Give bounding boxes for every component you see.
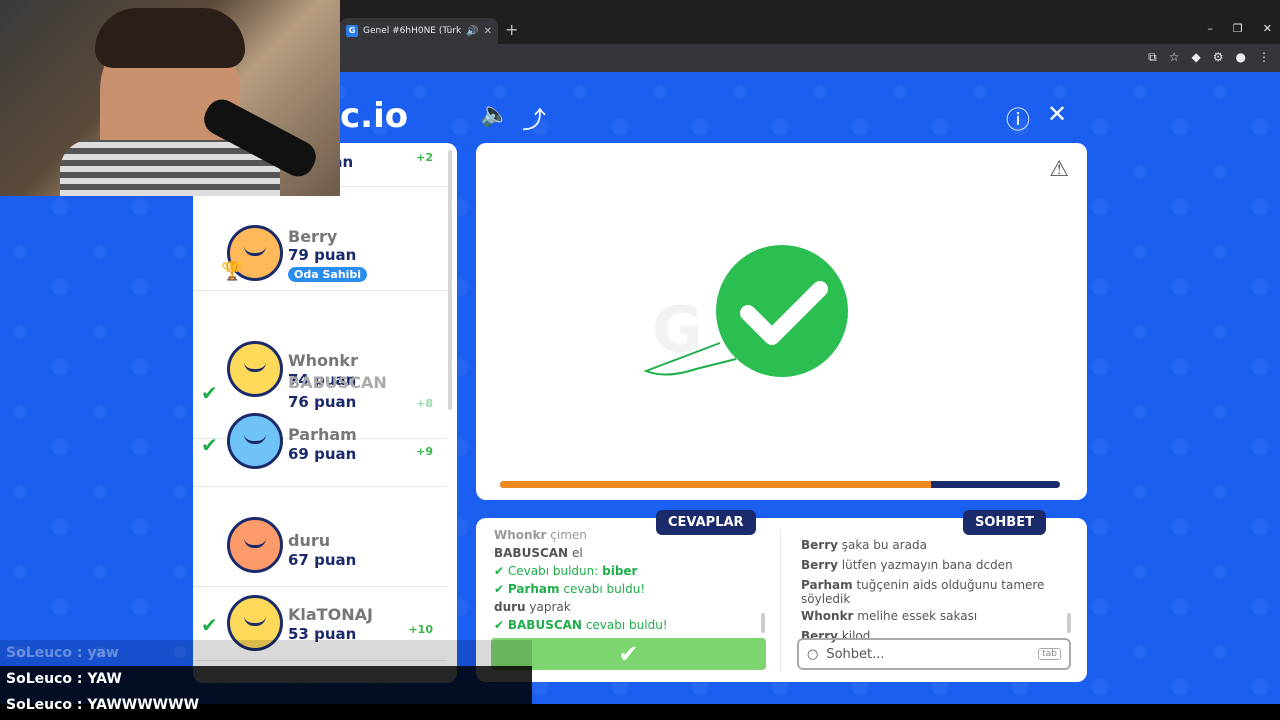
site-favicon-icon: G xyxy=(346,25,358,37)
player-delta: +2 xyxy=(416,151,433,164)
player-delta: +10 xyxy=(408,623,433,636)
player-points: 67 puan xyxy=(288,551,357,569)
extension-icon[interactable]: ◆ xyxy=(1192,50,1201,65)
new-tab-button[interactable]: + xyxy=(505,20,518,39)
tab-title: Genel #6hH0NE (Türkçe) - G xyxy=(363,26,462,36)
close-tab-icon[interactable]: ✕ xyxy=(484,26,492,37)
submit-answer-button[interactable]: ✔ xyxy=(491,638,766,670)
correct-check-icon xyxy=(716,245,848,377)
answers-chat-panel: CEVAPLAR SOHBET Whonkr çimen BABUSCAN el… xyxy=(476,510,1087,682)
install-app-icon[interactable]: ⧉ xyxy=(1148,50,1157,65)
answer-message: ✔ Cevabı buldun: biber xyxy=(494,564,638,578)
player-delta: +9 xyxy=(416,445,433,458)
webcam-overlay xyxy=(0,0,340,196)
answer-message: Whonkr çimen xyxy=(494,530,587,542)
player-name: duru xyxy=(288,531,331,550)
audio-icon[interactable]: 🔊 xyxy=(466,26,478,37)
player-name: KlaTONAJ xyxy=(288,605,373,624)
logo-text: c.io xyxy=(340,96,409,136)
player-delta: +8 xyxy=(416,397,433,410)
player-row[interactable]: ✔ Parham 69 puan +9 xyxy=(193,413,447,487)
tab-key-hint: tab xyxy=(1038,648,1061,660)
round-timer-bar xyxy=(500,481,1060,488)
chat-list: Berry şaka bu arada Berry lütfen yazmayı… xyxy=(801,538,1061,643)
close-game-icon[interactable]: ✕ xyxy=(1047,100,1067,128)
round-timer-fill xyxy=(500,481,932,488)
avatar xyxy=(227,413,283,469)
info-icon[interactable]: ⓘ xyxy=(1006,100,1030,135)
player-name: Whonkr xyxy=(288,351,358,370)
stream-chat-line: SoLeuco : yaw xyxy=(0,640,532,666)
chat-placeholder: Sohbet... xyxy=(826,646,885,662)
profile-avatar[interactable]: ● xyxy=(1236,50,1246,65)
chat-message: Whonkr melihe essek sakası xyxy=(801,609,978,623)
player-name: BABUSCAN xyxy=(288,373,387,392)
chat-bubble-icon: ○ xyxy=(807,646,819,662)
chat-message: Berry şaka bu arada xyxy=(801,538,927,552)
chat-input[interactable]: ○ Sohbet... tab xyxy=(797,638,1071,670)
answer-message: ✔ Parham cevabı buldu! xyxy=(494,582,646,596)
player-points: 79 puan xyxy=(288,246,357,264)
game-logo: c.io xyxy=(340,96,408,136)
player-points: 69 puan xyxy=(288,445,357,463)
player-points: 76 puan xyxy=(288,393,357,411)
trophy-icon: 🏆 xyxy=(221,261,244,282)
answers-list: Whonkr çimen BABUSCAN el ✔ Cevabı buldun… xyxy=(494,530,774,640)
chat-message: Berry lütfen yazmayın bana dcden xyxy=(801,558,1013,572)
answer-message: ✔ BABUSCAN cevabı buldu! xyxy=(494,618,668,632)
puzzle-icon[interactable]: ⚙ xyxy=(1213,50,1224,65)
browser-tab[interactable]: G Genel #6hH0NE (Türkçe) - G 🔊 ✕ xyxy=(340,18,498,44)
answers-scrollbar[interactable] xyxy=(761,613,765,633)
minimize-button[interactable]: – xyxy=(1207,22,1213,35)
panel-divider xyxy=(780,530,781,672)
answer-message: duru yaprak xyxy=(494,600,571,614)
avatar xyxy=(227,517,283,573)
correct-check-icon: ✔ xyxy=(201,381,218,405)
chat-scrollbar[interactable] xyxy=(1067,613,1071,633)
maximize-button[interactable]: ❐ xyxy=(1233,22,1243,35)
player-list: puan +2 🏆 Berry 79 puan Oda Sahibi Whonk… xyxy=(193,143,457,683)
avatar xyxy=(227,341,283,397)
bookmark-star-icon[interactable]: ☆ xyxy=(1169,50,1180,65)
player-list-scrollbar[interactable] xyxy=(448,150,452,410)
player-row[interactable]: 🏆 Berry 79 puan Oda Sahibi xyxy=(193,217,447,291)
share-icon[interactable]: ⤴ xyxy=(522,100,546,135)
tab-chat[interactable]: SOHBET xyxy=(963,510,1046,535)
window-controls: – ❐ ✕ xyxy=(1207,22,1272,35)
answer-message: BABUSCAN el xyxy=(494,546,583,560)
report-warning-icon[interactable]: ⚠ xyxy=(1049,157,1069,182)
correct-check-icon: ✔ xyxy=(201,433,218,457)
chat-message: Parham tuğçenin aids olduğunu tamere söy… xyxy=(801,578,1045,606)
correct-check-icon: ✔ xyxy=(201,613,218,637)
drawing-canvas[interactable]: ⚠ G xyxy=(476,143,1087,500)
stream-chat-line: SoLeuco : YAW xyxy=(0,666,532,692)
streamer-hair xyxy=(95,8,245,68)
stream-chat-line: SoLeuco : YAWWWWWW xyxy=(0,692,532,718)
menu-kebab-icon[interactable]: ⋮ xyxy=(1258,50,1270,65)
sound-icon[interactable]: 🔈 xyxy=(480,100,510,128)
stream-chat-overlay: SoLeuco : yaw SoLeuco : YAW SoLeuco : YA… xyxy=(0,640,532,720)
player-name: Parham xyxy=(288,425,357,444)
player-row[interactable]: duru 67 puan xyxy=(193,513,447,587)
room-owner-badge: Oda Sahibi xyxy=(288,267,368,282)
close-window-button[interactable]: ✕ xyxy=(1263,22,1272,35)
player-name: Berry xyxy=(288,227,338,246)
